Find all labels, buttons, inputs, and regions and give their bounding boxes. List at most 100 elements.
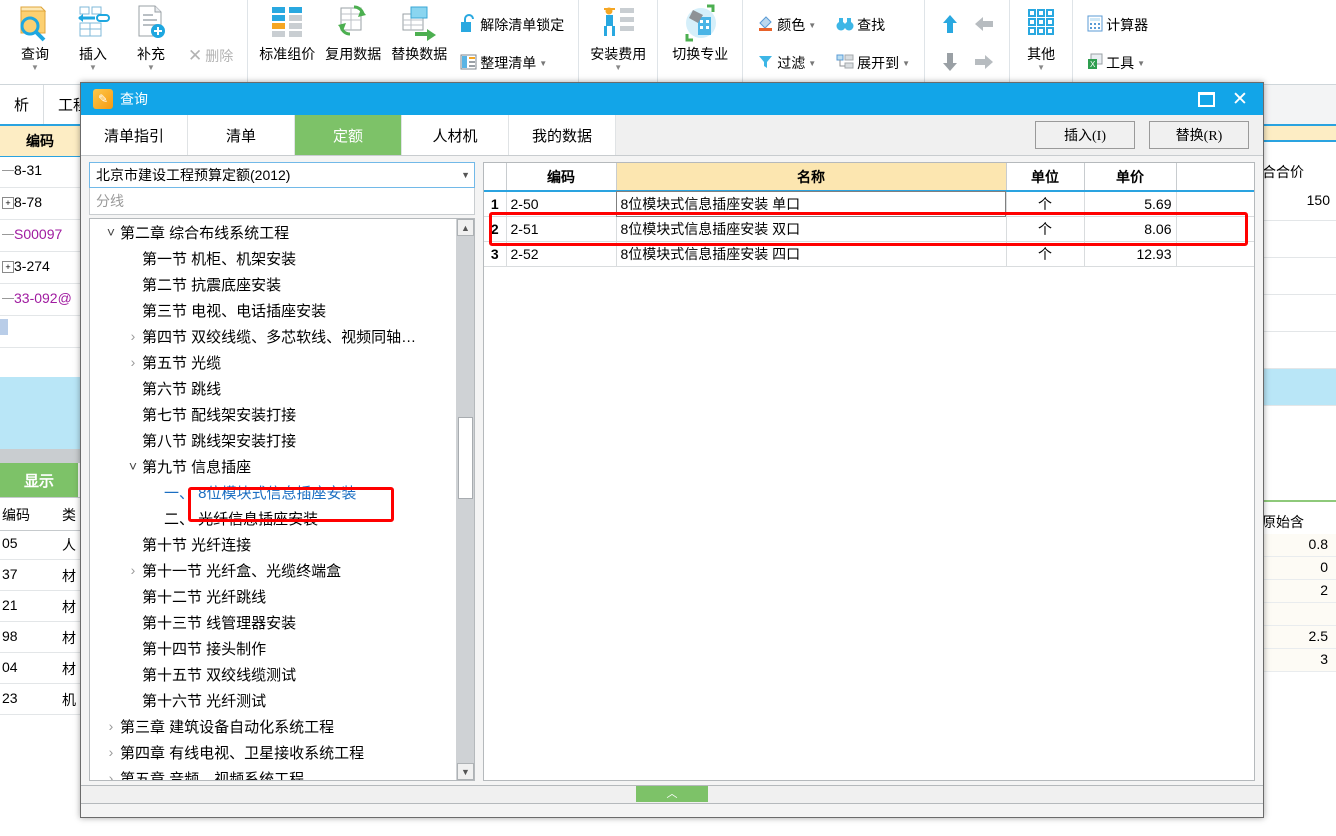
list-item[interactable]: 37 材 bbox=[0, 560, 80, 591]
col-header-index[interactable] bbox=[484, 163, 507, 192]
chevron-down-icon[interactable]: ▼ bbox=[147, 64, 155, 72]
cell-name[interactable]: 8位模块式信息插座安装 双口 bbox=[616, 216, 1007, 242]
move-left-button[interactable] bbox=[969, 15, 999, 36]
replace-action-button[interactable]: 替换(R) bbox=[1149, 121, 1249, 149]
tree-scrollbar-track[interactable] bbox=[457, 236, 474, 763]
unlock-list-button[interactable]: 解除清单锁定 bbox=[456, 12, 568, 38]
col-header-name[interactable]: 名称 bbox=[616, 163, 1007, 192]
find-button[interactable]: 查找 bbox=[832, 13, 889, 37]
tree-scrollbar[interactable]: ▲ ▼ bbox=[456, 219, 474, 780]
organize-list-button[interactable]: 整理清单 ▼ bbox=[456, 51, 551, 75]
tab-list-guide[interactable]: 清单指引 bbox=[81, 115, 188, 155]
list-item[interactable]: 23 机 bbox=[0, 684, 80, 715]
cell-name[interactable]: 8位模块式信息插座安装 四口 bbox=[616, 241, 1007, 267]
tree-item[interactable]: › 第三章 建筑设备自动化系统工程 bbox=[90, 713, 456, 739]
chevron-right-icon[interactable]: › bbox=[124, 328, 142, 344]
cell-name[interactable]: 8位模块式信息插座安装 单口 bbox=[616, 191, 1007, 217]
replace-data-button[interactable]: 替换数据 bbox=[386, 0, 452, 84]
cell-index[interactable]: 2 bbox=[484, 216, 507, 242]
insert-button[interactable]: 插入 ▼ bbox=[64, 0, 122, 84]
expand-plus-icon[interactable]: + bbox=[2, 197, 14, 209]
table-row[interactable]: 2 2-51 8位模块式信息插座安装 双口个 8.06 bbox=[484, 216, 1254, 242]
list-item[interactable]: 98 材 bbox=[0, 622, 80, 653]
scroll-up-arrow-icon[interactable]: ▲ bbox=[457, 219, 474, 236]
collapse-handle[interactable]: ︿ bbox=[636, 786, 708, 802]
close-button[interactable]: ✕ bbox=[1223, 84, 1257, 114]
supplement-button[interactable]: 补充 ▼ bbox=[122, 0, 180, 84]
tree-item[interactable]: 第十四节 接头制作 bbox=[90, 635, 456, 661]
cell-unit[interactable]: 个 bbox=[1006, 191, 1085, 217]
chevron-down-icon[interactable]: ▼ bbox=[1037, 64, 1045, 72]
tools-button[interactable]: X 工具 ▼ bbox=[1083, 51, 1149, 75]
tree-item[interactable]: 第八节 跳线架安装打接 bbox=[90, 427, 456, 453]
tree-item[interactable]: 第十节 光纤连接 bbox=[90, 531, 456, 557]
tree-item[interactable]: 第十六节 光纤测试 bbox=[90, 687, 456, 713]
move-down-button[interactable] bbox=[935, 52, 965, 75]
tree-item[interactable]: 第十五节 双绞线缆测试 bbox=[90, 661, 456, 687]
table-row[interactable]: + 3-274 bbox=[0, 252, 80, 284]
tree-item[interactable]: › 第四章 有线电视、卫星接收系统工程 bbox=[90, 739, 456, 765]
list-item[interactable]: 05 人 bbox=[0, 529, 80, 560]
col-header-unit[interactable]: 单位 bbox=[1006, 163, 1085, 192]
chevron-right-icon[interactable]: › bbox=[124, 562, 142, 578]
chevron-right-icon[interactable]: › bbox=[102, 770, 120, 780]
tree-item[interactable]: 第三节 电视、电话插座安装 bbox=[90, 297, 456, 323]
tab-labor-material-machine[interactable]: 人材机 bbox=[402, 115, 509, 155]
cell-index[interactable]: 3 bbox=[484, 241, 507, 267]
list-item[interactable]: 04 材 bbox=[0, 653, 80, 684]
tree-item[interactable]: ˅ 第二章 综合布线系统工程 bbox=[90, 219, 456, 245]
tab-my-data[interactable]: 我的数据 bbox=[509, 115, 616, 155]
chevron-down-icon[interactable]: ▼ bbox=[539, 59, 547, 68]
filter-button[interactable]: 过滤 ▼ bbox=[753, 51, 820, 75]
tab-list[interactable]: 清单 bbox=[188, 115, 295, 155]
tree-item[interactable]: › 第十一节 光纤盒、光缆终端盒 bbox=[90, 557, 456, 583]
standard-pricing-button[interactable]: 标准组价 bbox=[254, 0, 320, 84]
switch-profession-button[interactable]: 切换专业 bbox=[664, 0, 736, 84]
tree-item[interactable]: › 第五节 光缆 bbox=[90, 349, 456, 375]
cell-unit[interactable]: 个 bbox=[1006, 216, 1085, 242]
move-up-button[interactable] bbox=[935, 14, 965, 37]
table-row[interactable]: S00097 bbox=[0, 220, 80, 252]
table-row[interactable] bbox=[0, 316, 80, 348]
table-row[interactable]: 8-31 bbox=[0, 156, 80, 188]
cell-price[interactable]: 5.69 bbox=[1084, 191, 1177, 217]
table-row[interactable]: 33-092@ bbox=[0, 284, 80, 316]
tree-scrollbar-thumb[interactable] bbox=[458, 417, 473, 499]
cell-price[interactable]: 8.06 bbox=[1084, 216, 1177, 242]
install-cost-button[interactable]: 安装费用 ▼ bbox=[585, 0, 651, 84]
tree-item[interactable]: 第二节 抗震底座安装 bbox=[90, 271, 456, 297]
cell-code[interactable]: 2-52 bbox=[506, 241, 617, 267]
chevron-down-icon[interactable]: ˅ bbox=[124, 458, 142, 474]
chevron-down-icon[interactable]: ˅ bbox=[102, 224, 120, 240]
chevron-down-icon[interactable]: ▼ bbox=[31, 64, 39, 72]
background-lower-tab-active[interactable]: 显示 bbox=[0, 463, 78, 497]
reuse-data-button[interactable]: 复用数据 bbox=[320, 0, 386, 84]
tree-item[interactable]: 第一节 机柜、机架安装 bbox=[90, 245, 456, 271]
col-header-code[interactable]: 编码 bbox=[506, 163, 617, 192]
scroll-down-arrow-icon[interactable]: ▼ bbox=[457, 763, 474, 780]
tree-item[interactable]: 第七节 配线架安装打接 bbox=[90, 401, 456, 427]
tree-item[interactable]: 第十二节 光纤跳线 bbox=[90, 583, 456, 609]
expand-to-button[interactable]: 展开到 ▼ bbox=[832, 51, 914, 75]
tree-item[interactable]: 一、 8位模块式信息插座安装 bbox=[90, 479, 456, 505]
list-item[interactable]: 21 材 bbox=[0, 591, 80, 622]
chevron-down-icon[interactable]: ▼ bbox=[808, 21, 816, 30]
collapse-splitter[interactable]: ︿ bbox=[81, 785, 1263, 804]
calculator-button[interactable]: 计算器 bbox=[1083, 13, 1152, 37]
chevron-down-icon[interactable]: ▼ bbox=[614, 64, 622, 72]
cell-price[interactable]: 12.93 bbox=[1084, 241, 1177, 267]
tree-item[interactable]: 第六节 跳线 bbox=[90, 375, 456, 401]
query-button[interactable]: 查询 ▼ bbox=[6, 0, 64, 84]
col-header-price[interactable]: 单价 bbox=[1084, 163, 1177, 192]
tree-search-input[interactable]: 分线 bbox=[89, 188, 475, 215]
tree-item[interactable]: › 第五章 音频、视频系统工程 bbox=[90, 765, 456, 780]
chevron-down-icon[interactable]: ▼ bbox=[89, 64, 97, 72]
dialog-title-bar[interactable]: ✎ 查询 ✕ bbox=[81, 83, 1263, 115]
background-tab-0[interactable]: 析 bbox=[0, 84, 45, 124]
tree-item[interactable]: › 第四节 双绞线缆、多芯软线、视频同轴… bbox=[90, 323, 456, 349]
chevron-down-icon[interactable]: ▼ bbox=[808, 59, 816, 68]
table-row[interactable]: 1 2-50 8位模块式信息插座安装 单口个 5.69 bbox=[484, 191, 1254, 217]
table-row[interactable]: + 8-78 bbox=[0, 188, 80, 220]
cell-unit[interactable]: 个 bbox=[1006, 241, 1085, 267]
expand-plus-icon[interactable]: + bbox=[2, 261, 14, 273]
